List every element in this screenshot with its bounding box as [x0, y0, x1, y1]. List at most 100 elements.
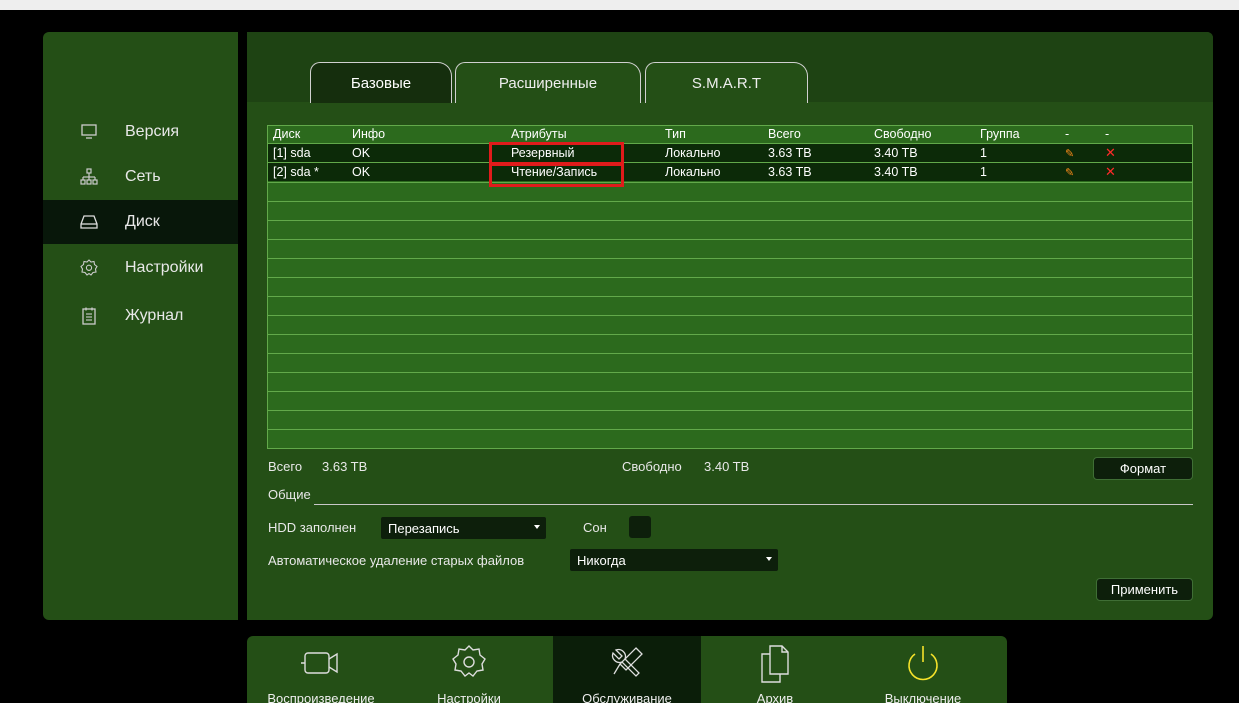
sidebar-item-log[interactable]: Журнал [43, 294, 238, 338]
empty-row [268, 201, 1192, 220]
empty-row [268, 391, 1192, 410]
delete-icon[interactable]: ✕ [1105, 145, 1116, 161]
disk-cell: [2] sda * [273, 165, 319, 179]
nav-label: Выключение [884, 691, 962, 703]
attribute-cell[interactable]: Чтение/Запись [511, 165, 597, 179]
free-cell: 3.40 TB [874, 146, 918, 160]
nav-archive[interactable]: Архив [701, 636, 849, 703]
maintenance-icon [611, 647, 643, 677]
empty-row [268, 277, 1192, 296]
format-button[interactable]: Формат [1093, 457, 1193, 480]
sidebar-item-label: Версия [125, 123, 180, 140]
table-row[interactable]: [1] sda OK Резервный Локально 3.63 TB 3.… [268, 143, 1192, 162]
table-row[interactable]: [2] sda * OK Чтение/Запись Локально 3.63… [268, 162, 1192, 181]
column-header: Свободно [874, 127, 932, 141]
chevron-down-icon [766, 557, 772, 561]
empty-row [268, 258, 1192, 277]
column-header: Группа [980, 127, 1020, 141]
empty-row [268, 239, 1192, 258]
nav-label: Архив [756, 691, 794, 703]
total-cell: 3.63 TB [768, 146, 812, 160]
total-label: Всего [268, 459, 303, 474]
settings-icon [452, 645, 486, 677]
nav-settings[interactable]: Настройки [395, 636, 543, 703]
sidebar: Версия Сеть Диск Настройки Журнал [43, 32, 238, 620]
sidebar-item-label: Диск [125, 213, 160, 230]
free-cell: 3.40 TB [874, 165, 918, 179]
tab-advanced[interactable]: Расширенные [455, 62, 641, 103]
group-cell: 1 [980, 165, 987, 179]
type-cell: Локально [665, 165, 721, 179]
total-value: 3.63 TB [322, 459, 368, 474]
table-header: Диск Инфо Атрибуты Тип Всего Свободно Гр… [268, 126, 1192, 143]
hdd-full-select[interactable]: Перезапись [381, 517, 546, 539]
hdd-full-label: HDD заполнен [268, 520, 357, 535]
sidebar-item-disk[interactable]: Диск [43, 200, 238, 244]
network-icon [80, 168, 98, 185]
section-divider [314, 504, 1193, 505]
edit-icon[interactable]: ✎ [1065, 166, 1074, 179]
type-cell: Локально [665, 146, 721, 160]
log-icon [82, 307, 96, 325]
disk-cell: [1] sda [273, 146, 311, 160]
free-label: Свободно [622, 459, 682, 474]
attribute-cell[interactable]: Резервный [511, 146, 574, 160]
empty-row [268, 353, 1192, 372]
monitor-icon [81, 124, 97, 139]
playback-icon [301, 652, 338, 674]
tab-smart[interactable]: S.M.A.R.T [645, 62, 808, 103]
nav-label: Воспроизведение [267, 691, 375, 703]
total-cell: 3.63 TB [768, 165, 812, 179]
info-cell: OK [352, 146, 371, 160]
free-value: 3.40 TB [704, 459, 750, 474]
empty-row [268, 182, 1192, 201]
auto-delete-value: Никогда [577, 552, 626, 568]
empty-row [268, 429, 1192, 448]
nav-label: Обслуживание [582, 691, 672, 703]
hdd-full-value: Перезапись [388, 520, 460, 536]
sleep-label: Сон [583, 520, 607, 535]
bottom-nav: Воспроизведение Настройки Обслуживание А… [247, 636, 1007, 703]
sidebar-item-label: Настройки [125, 259, 204, 276]
nav-label: Настройки [437, 691, 501, 703]
delete-icon[interactable]: ✕ [1105, 164, 1116, 180]
disk-table: Диск Инфо Атрибуты Тип Всего Свободно Гр… [267, 125, 1193, 449]
empty-row [268, 410, 1192, 429]
power-icon [908, 646, 938, 681]
edit-icon[interactable]: ✎ [1065, 147, 1074, 160]
column-header: Диск [273, 127, 301, 141]
column-header: Атрибуты [511, 127, 567, 141]
nav-playback[interactable]: Воспроизведение [247, 636, 395, 703]
tab-bar: Базовые Расширенные S.M.A.R.T [247, 32, 1213, 103]
archive-icon [761, 645, 789, 683]
empty-row [268, 334, 1192, 353]
sidebar-item-settings[interactable]: Настройки [43, 246, 238, 290]
group-cell: 1 [980, 146, 987, 160]
empty-row [268, 315, 1192, 334]
empty-row [268, 372, 1192, 391]
column-header: - [1105, 127, 1110, 141]
chevron-down-icon [534, 525, 540, 529]
auto-delete-label: Автоматическое удаление старых файлов [268, 553, 525, 568]
apply-button[interactable]: Применить [1096, 578, 1193, 601]
sidebar-item-label: Журнал [125, 307, 184, 324]
gear-icon [80, 259, 98, 276]
column-header: Тип [665, 127, 686, 141]
empty-row [268, 296, 1192, 315]
sidebar-item-version[interactable]: Версия [43, 110, 238, 154]
info-cell: OK [352, 165, 371, 179]
column-header: - [1065, 127, 1070, 141]
top-border [0, 0, 1239, 10]
column-header: Всего [768, 127, 801, 141]
disk-icon [80, 215, 98, 229]
sidebar-item-network[interactable]: Сеть [43, 155, 238, 199]
general-section-label: Общие [268, 487, 311, 502]
nav-maintenance[interactable]: Обслуживание [553, 636, 701, 703]
nav-shutdown[interactable]: Выключение [849, 636, 997, 703]
sidebar-item-label: Сеть [125, 168, 161, 185]
column-header: Инфо [352, 127, 386, 141]
tab-basic[interactable]: Базовые [310, 62, 452, 103]
empty-row [268, 220, 1192, 239]
sleep-checkbox[interactable] [629, 516, 651, 538]
auto-delete-select[interactable]: Никогда [570, 549, 778, 571]
